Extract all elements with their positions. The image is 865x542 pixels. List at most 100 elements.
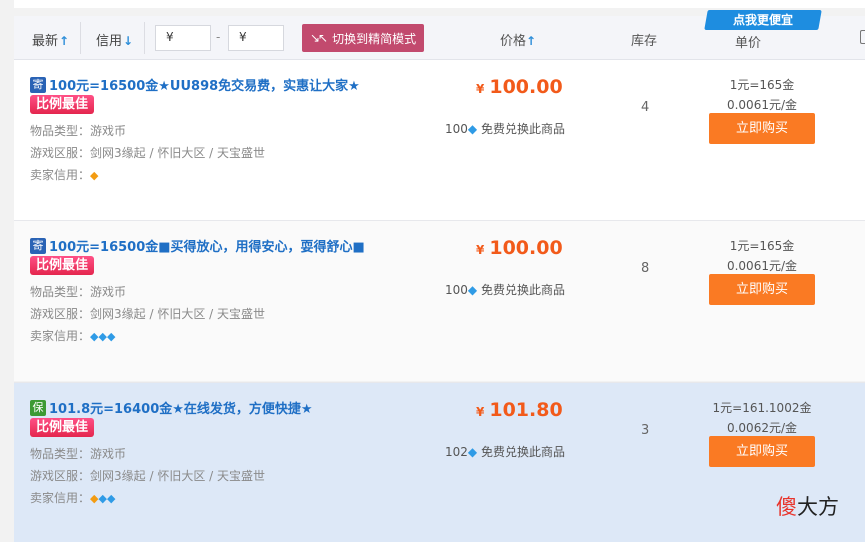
unit-rate: 1元=165金 bbox=[729, 78, 795, 92]
unit-price: 0.0062元/金 bbox=[726, 421, 798, 435]
consignment-tag-icon: 寄 bbox=[30, 76, 46, 93]
stock-count: 8 bbox=[641, 261, 650, 276]
item-type-label: 物品类型： bbox=[30, 447, 91, 461]
server-label: 游戏区服： bbox=[30, 469, 91, 483]
item-type-value: 游戏币 bbox=[90, 124, 127, 138]
exchange-points: 102 bbox=[445, 445, 468, 459]
watermark-rest: 大方 bbox=[797, 495, 839, 519]
exchange-points: 100 bbox=[445, 122, 468, 136]
credit-label: 卖家信用： bbox=[30, 329, 91, 343]
item-type-label: 物品类型： bbox=[30, 285, 91, 299]
listing-title-link[interactable]: 寄 100元=16500金★UU898免交易费，实惠让大家★ bbox=[30, 75, 360, 94]
collapse-arrows-icon: ↘↖ bbox=[310, 31, 328, 45]
arrow-up-icon: ↑ bbox=[526, 34, 537, 48]
buy-now-button[interactable]: 立即购买 bbox=[709, 436, 815, 467]
server-label: 游戏区服： bbox=[30, 307, 91, 321]
sort-latest-label: 最新 bbox=[32, 34, 59, 49]
arrow-up-icon: ↑ bbox=[59, 34, 70, 48]
stock-count: 4 bbox=[641, 100, 650, 115]
list-header: 最新↑ 信用↓ ¥ - ¥ ↘↖ 切换到精简模式 价格↑ 库存 点我更便宜 单价 bbox=[14, 10, 865, 60]
unit-price: 0.0061元/金 bbox=[726, 98, 798, 112]
site-watermark: 傻大方 bbox=[776, 491, 839, 521]
guarantee-tag-icon: 保 bbox=[30, 399, 46, 416]
price-max-symbol: ¥ bbox=[239, 30, 247, 44]
orange-diamond-icon: ◆ bbox=[90, 492, 99, 505]
column-stock: 库存 bbox=[631, 34, 658, 49]
cart-icon[interactable] bbox=[860, 30, 865, 44]
sort-credit-button[interactable]: 信用↓ bbox=[96, 30, 133, 49]
server-label: 游戏区服： bbox=[30, 146, 91, 160]
exchange-text: 免费兑换此商品 bbox=[480, 283, 565, 297]
divider bbox=[80, 22, 81, 54]
server-value: 剑网3缘起 / 怀旧大区 / 天宝盛世 bbox=[90, 307, 265, 321]
blue-diamond-icon: ◆ bbox=[98, 330, 107, 343]
item-type: 物品类型：游戏币 bbox=[30, 122, 126, 139]
best-ratio-badge: 比例最佳 bbox=[30, 256, 94, 275]
column-unit-price: 单价 bbox=[735, 36, 762, 51]
credit-label: 卖家信用： bbox=[30, 168, 91, 182]
divider bbox=[144, 22, 145, 54]
server-value: 剑网3缘起 / 怀旧大区 / 天宝盛世 bbox=[90, 469, 265, 483]
price-min-input[interactable]: ¥ bbox=[155, 25, 211, 51]
price-value: 100.00 bbox=[489, 237, 563, 259]
item-type-label: 物品类型： bbox=[30, 124, 91, 138]
item-type: 物品类型：游戏币 bbox=[30, 283, 126, 300]
promo-badge-label: 点我更便宜 bbox=[732, 13, 793, 27]
seller-credit: 卖家信用：◆◆◆ bbox=[30, 327, 115, 344]
blue-diamond-icon: ◆ bbox=[467, 283, 478, 297]
exchange-text: 免费兑换此商品 bbox=[480, 122, 565, 136]
listing-title: 100元=16500金■买得放心，用得安心，耍得舒心■ bbox=[49, 240, 365, 255]
blue-diamond-icon: ◆ bbox=[106, 492, 116, 505]
switch-mode-label: 切换到精简模式 bbox=[332, 31, 417, 46]
price-min-symbol: ¥ bbox=[166, 30, 174, 44]
price-max-input[interactable]: ¥ bbox=[228, 25, 284, 51]
listing-row: 寄 100元=16500金■买得放心，用得安心，耍得舒心■ 比例最佳 物品类型：… bbox=[14, 221, 865, 381]
orange-diamond-icon: ◆ bbox=[90, 169, 99, 182]
switch-simple-mode-button[interactable]: ↘↖ 切换到精简模式 bbox=[302, 24, 424, 52]
server-value: 剑网3缘起 / 怀旧大区 / 天宝盛世 bbox=[90, 146, 265, 160]
promo-badge[interactable]: 点我更便宜 bbox=[704, 10, 822, 30]
currency-symbol: ¥ bbox=[476, 82, 485, 96]
blue-diamond-icon: ◆ bbox=[467, 445, 478, 459]
item-type-value: 游戏币 bbox=[90, 285, 127, 299]
buy-now-button[interactable]: 立即购买 bbox=[709, 274, 815, 305]
sort-latest-button[interactable]: 最新↑ bbox=[32, 30, 69, 49]
arrow-down-icon: ↓ bbox=[123, 34, 134, 48]
game-server: 游戏区服：剑网3缘起 / 怀旧大区 / 天宝盛世 bbox=[30, 467, 265, 484]
column-price-sort[interactable]: 价格↑ bbox=[500, 30, 536, 49]
exchange-text: 免费兑换此商品 bbox=[480, 445, 565, 459]
listing-price: ¥100.00 bbox=[476, 76, 563, 98]
price-value: 101.80 bbox=[489, 399, 563, 421]
game-server: 游戏区服：剑网3缘起 / 怀旧大区 / 天宝盛世 bbox=[30, 305, 265, 322]
game-server: 游戏区服：剑网3缘起 / 怀旧大区 / 天宝盛世 bbox=[30, 144, 265, 161]
listing-row: 寄 100元=16500金★UU898免交易费，实惠让大家★ 比例最佳 物品类型… bbox=[14, 60, 865, 220]
listing-title: 101.8元=16400金★在线发货，方便快捷★ bbox=[49, 402, 313, 417]
sort-credit-label: 信用 bbox=[96, 34, 123, 49]
free-exchange: 102◆ 免费兑换此商品 bbox=[445, 443, 565, 460]
listing-title: 100元=16500金★UU898免交易费，实惠让大家★ bbox=[49, 79, 360, 94]
listing-row: 保 101.8元=16400金★在线发货，方便快捷★ 比例最佳 物品类型：游戏币… bbox=[14, 383, 865, 542]
blue-diamond-icon: ◆ bbox=[467, 122, 478, 136]
listing-price: ¥100.00 bbox=[476, 237, 563, 259]
blue-diamond-icon: ◆ bbox=[90, 330, 99, 343]
unit-price: 0.0061元/金 bbox=[726, 259, 798, 273]
listing-title-link[interactable]: 保 101.8元=16400金★在线发货，方便快捷★ bbox=[30, 398, 313, 417]
stock-count: 3 bbox=[641, 423, 650, 438]
buy-now-button[interactable]: 立即购买 bbox=[709, 113, 815, 144]
range-dash: - bbox=[216, 30, 221, 44]
watermark-first-char: 傻 bbox=[776, 495, 797, 519]
listing-title-link[interactable]: 寄 100元=16500金■买得放心，用得安心，耍得舒心■ bbox=[30, 236, 365, 255]
item-type: 物品类型：游戏币 bbox=[30, 445, 126, 462]
credit-label: 卖家信用： bbox=[30, 491, 91, 505]
consignment-tag-icon: 寄 bbox=[30, 237, 46, 254]
best-ratio-badge: 比例最佳 bbox=[30, 95, 94, 114]
free-exchange: 100◆ 免费兑换此商品 bbox=[445, 120, 565, 137]
blue-diamond-icon: ◆ bbox=[98, 492, 107, 505]
top-strip bbox=[14, 0, 865, 8]
free-exchange: 100◆ 免费兑换此商品 bbox=[445, 281, 565, 298]
column-price-label: 价格 bbox=[500, 34, 527, 49]
item-type-value: 游戏币 bbox=[90, 447, 127, 461]
price-value: 100.00 bbox=[489, 76, 563, 98]
exchange-points: 100 bbox=[445, 283, 468, 297]
currency-symbol: ¥ bbox=[476, 405, 485, 419]
